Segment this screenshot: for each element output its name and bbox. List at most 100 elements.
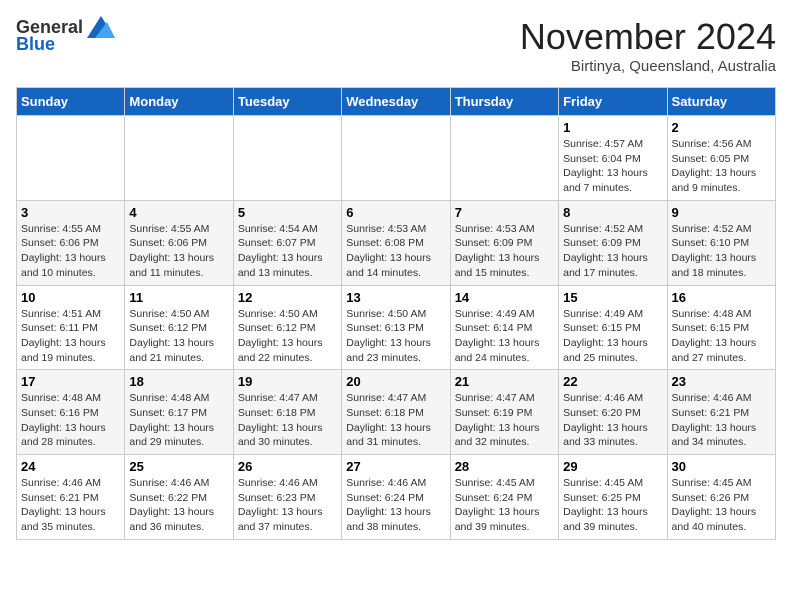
calendar-cell: 22 Sunrise: 4:46 AM Sunset: 6:20 PM Dayli… xyxy=(559,370,667,455)
cell-info-text: Sunrise: 4:45 AM Sunset: 6:24 PM Dayligh… xyxy=(455,476,554,535)
calendar-week-4: 17Sunrise: 4:48 AM Sunset: 6:16 PM Dayli… xyxy=(17,370,776,455)
calendar-cell: 23Sunrise: 4:46 AM Sunset: 6:21 PM Dayli… xyxy=(667,370,775,455)
calendar-cell: 21 Sunrise: 4:47 AM Sunset: 6:19 PM Dayli… xyxy=(450,370,558,455)
calendar-cell: 24 Sunrise: 4:46 AM Sunset: 6:21 PM Dayli… xyxy=(17,455,125,540)
cell-info-text: Sunrise: 4:57 AM Sunset: 6:04 PM Dayligh… xyxy=(563,137,662,196)
calendar-cell: 30 Sunrise: 4:45 AM Sunset: 6:26 PM Dayli… xyxy=(667,455,775,540)
cell-day-number: 13 xyxy=(346,290,445,305)
cell-day-number: 26 xyxy=(238,459,337,474)
cell-info-text: Sunrise: 4:55 AM Sunset: 6:06 PM Dayligh… xyxy=(129,222,228,281)
calendar-cell: 15 Sunrise: 4:49 AM Sunset: 6:15 PM Dayli… xyxy=(559,285,667,370)
cell-info-text: Sunrise: 4:56 AM Sunset: 6:05 PM Dayligh… xyxy=(672,137,771,196)
calendar-header-wednesday: Wednesday xyxy=(342,88,450,116)
cell-info-text: Sunrise: 4:45 AM Sunset: 6:25 PM Dayligh… xyxy=(563,476,662,535)
cell-info-text: Sunrise: 4:55 AM Sunset: 6:06 PM Dayligh… xyxy=(21,222,120,281)
cell-day-number: 8 xyxy=(563,205,662,220)
month-title: November 2024 xyxy=(520,16,776,58)
calendar-week-3: 10Sunrise: 4:51 AM Sunset: 6:11 PM Dayli… xyxy=(17,285,776,370)
cell-day-number: 20 xyxy=(346,374,445,389)
calendar-week-1: 1 Sunrise: 4:57 AM Sunset: 6:04 PM Daylig… xyxy=(17,116,776,201)
cell-info-text: Sunrise: 4:49 AM Sunset: 6:15 PM Dayligh… xyxy=(563,307,662,366)
cell-day-number: 16 xyxy=(672,290,771,305)
calendar-week-5: 24 Sunrise: 4:46 AM Sunset: 6:21 PM Dayli… xyxy=(17,455,776,540)
cell-info-text: Sunrise: 4:50 AM Sunset: 6:12 PM Dayligh… xyxy=(238,307,337,366)
cell-info-text: Sunrise: 4:47 AM Sunset: 6:18 PM Dayligh… xyxy=(346,391,445,450)
cell-info-text: Sunrise: 4:52 AM Sunset: 6:09 PM Dayligh… xyxy=(563,222,662,281)
calendar-header-thursday: Thursday xyxy=(450,88,558,116)
calendar-cell: 11 Sunrise: 4:50 AM Sunset: 6:12 PM Dayli… xyxy=(125,285,233,370)
cell-info-text: Sunrise: 4:45 AM Sunset: 6:26 PM Dayligh… xyxy=(672,476,771,535)
cell-day-number: 25 xyxy=(129,459,228,474)
calendar-header-tuesday: Tuesday xyxy=(233,88,341,116)
cell-day-number: 27 xyxy=(346,459,445,474)
cell-day-number: 21 xyxy=(455,374,554,389)
calendar-cell: 5Sunrise: 4:54 AM Sunset: 6:07 PM Daylig… xyxy=(233,200,341,285)
cell-day-number: 22 xyxy=(563,374,662,389)
calendar-header-row: SundayMondayTuesdayWednesdayThursdayFrid… xyxy=(17,88,776,116)
calendar-cell: 20 Sunrise: 4:47 AM Sunset: 6:18 PM Dayli… xyxy=(342,370,450,455)
calendar-header-monday: Monday xyxy=(125,88,233,116)
calendar-cell: 18Sunrise: 4:48 AM Sunset: 6:17 PM Dayli… xyxy=(125,370,233,455)
calendar-table: SundayMondayTuesdayWednesdayThursdayFrid… xyxy=(16,87,776,540)
title-block: November 2024 Birtinya, Queensland, Aust… xyxy=(520,16,776,75)
calendar-cell xyxy=(233,116,341,201)
cell-info-text: Sunrise: 4:49 AM Sunset: 6:14 PM Dayligh… xyxy=(455,307,554,366)
logo: General Blue xyxy=(16,16,115,55)
cell-day-number: 9 xyxy=(672,205,771,220)
cell-info-text: Sunrise: 4:47 AM Sunset: 6:19 PM Dayligh… xyxy=(455,391,554,450)
cell-day-number: 14 xyxy=(455,290,554,305)
cell-info-text: Sunrise: 4:48 AM Sunset: 6:15 PM Dayligh… xyxy=(672,307,771,366)
cell-day-number: 29 xyxy=(563,459,662,474)
calendar-week-2: 3 Sunrise: 4:55 AM Sunset: 6:06 PM Daylig… xyxy=(17,200,776,285)
calendar-cell: 26Sunrise: 4:46 AM Sunset: 6:23 PM Dayli… xyxy=(233,455,341,540)
cell-day-number: 12 xyxy=(238,290,337,305)
cell-day-number: 17 xyxy=(21,374,120,389)
calendar-cell: 3 Sunrise: 4:55 AM Sunset: 6:06 PM Daylig… xyxy=(17,200,125,285)
cell-info-text: Sunrise: 4:46 AM Sunset: 6:22 PM Dayligh… xyxy=(129,476,228,535)
cell-day-number: 15 xyxy=(563,290,662,305)
cell-info-text: Sunrise: 4:46 AM Sunset: 6:24 PM Dayligh… xyxy=(346,476,445,535)
calendar-cell: 2 Sunrise: 4:56 AM Sunset: 6:05 PM Daylig… xyxy=(667,116,775,201)
calendar-cell: 10Sunrise: 4:51 AM Sunset: 6:11 PM Dayli… xyxy=(17,285,125,370)
calendar-cell: 17Sunrise: 4:48 AM Sunset: 6:16 PM Dayli… xyxy=(17,370,125,455)
calendar-cell: 27 Sunrise: 4:46 AM Sunset: 6:24 PM Dayli… xyxy=(342,455,450,540)
calendar-cell xyxy=(342,116,450,201)
calendar-cell: 14 Sunrise: 4:49 AM Sunset: 6:14 PM Dayli… xyxy=(450,285,558,370)
logo-blue: Blue xyxy=(16,34,55,55)
cell-day-number: 6 xyxy=(346,205,445,220)
cell-info-text: Sunrise: 4:46 AM Sunset: 6:20 PM Dayligh… xyxy=(563,391,662,450)
cell-day-number: 24 xyxy=(21,459,120,474)
subtitle: Birtinya, Queensland, Australia xyxy=(520,58,776,75)
calendar-header-friday: Friday xyxy=(559,88,667,116)
calendar-cell xyxy=(17,116,125,201)
calendar-header-saturday: Saturday xyxy=(667,88,775,116)
cell-day-number: 2 xyxy=(672,120,771,135)
header: General Blue November 2024 Birtinya, Que… xyxy=(16,16,776,75)
calendar-cell: 1 Sunrise: 4:57 AM Sunset: 6:04 PM Daylig… xyxy=(559,116,667,201)
cell-info-text: Sunrise: 4:46 AM Sunset: 6:21 PM Dayligh… xyxy=(672,391,771,450)
calendar-cell: 9 Sunrise: 4:52 AM Sunset: 6:10 PM Daylig… xyxy=(667,200,775,285)
cell-day-number: 3 xyxy=(21,205,120,220)
calendar-cell xyxy=(125,116,233,201)
cell-day-number: 19 xyxy=(238,374,337,389)
cell-info-text: Sunrise: 4:50 AM Sunset: 6:13 PM Dayligh… xyxy=(346,307,445,366)
cell-info-text: Sunrise: 4:52 AM Sunset: 6:10 PM Dayligh… xyxy=(672,222,771,281)
calendar-cell: 12 Sunrise: 4:50 AM Sunset: 6:12 PM Dayli… xyxy=(233,285,341,370)
cell-day-number: 30 xyxy=(672,459,771,474)
calendar-cell: 4Sunrise: 4:55 AM Sunset: 6:06 PM Daylig… xyxy=(125,200,233,285)
cell-info-text: Sunrise: 4:51 AM Sunset: 6:11 PM Dayligh… xyxy=(21,307,120,366)
cell-info-text: Sunrise: 4:50 AM Sunset: 6:12 PM Dayligh… xyxy=(129,307,228,366)
cell-info-text: Sunrise: 4:53 AM Sunset: 6:09 PM Dayligh… xyxy=(455,222,554,281)
cell-day-number: 1 xyxy=(563,120,662,135)
calendar-cell: 13 Sunrise: 4:50 AM Sunset: 6:13 PM Dayli… xyxy=(342,285,450,370)
calendar-cell: 28Sunrise: 4:45 AM Sunset: 6:24 PM Dayli… xyxy=(450,455,558,540)
calendar-cell: 7Sunrise: 4:53 AM Sunset: 6:09 PM Daylig… xyxy=(450,200,558,285)
cell-day-number: 11 xyxy=(129,290,228,305)
calendar-cell: 16 Sunrise: 4:48 AM Sunset: 6:15 PM Dayli… xyxy=(667,285,775,370)
calendar-cell: 8 Sunrise: 4:52 AM Sunset: 6:09 PM Daylig… xyxy=(559,200,667,285)
cell-info-text: Sunrise: 4:47 AM Sunset: 6:18 PM Dayligh… xyxy=(238,391,337,450)
calendar-cell: 29 Sunrise: 4:45 AM Sunset: 6:25 PM Dayli… xyxy=(559,455,667,540)
calendar-cell: 25 Sunrise: 4:46 AM Sunset: 6:22 PM Dayli… xyxy=(125,455,233,540)
cell-day-number: 18 xyxy=(129,374,228,389)
cell-info-text: Sunrise: 4:46 AM Sunset: 6:21 PM Dayligh… xyxy=(21,476,120,535)
